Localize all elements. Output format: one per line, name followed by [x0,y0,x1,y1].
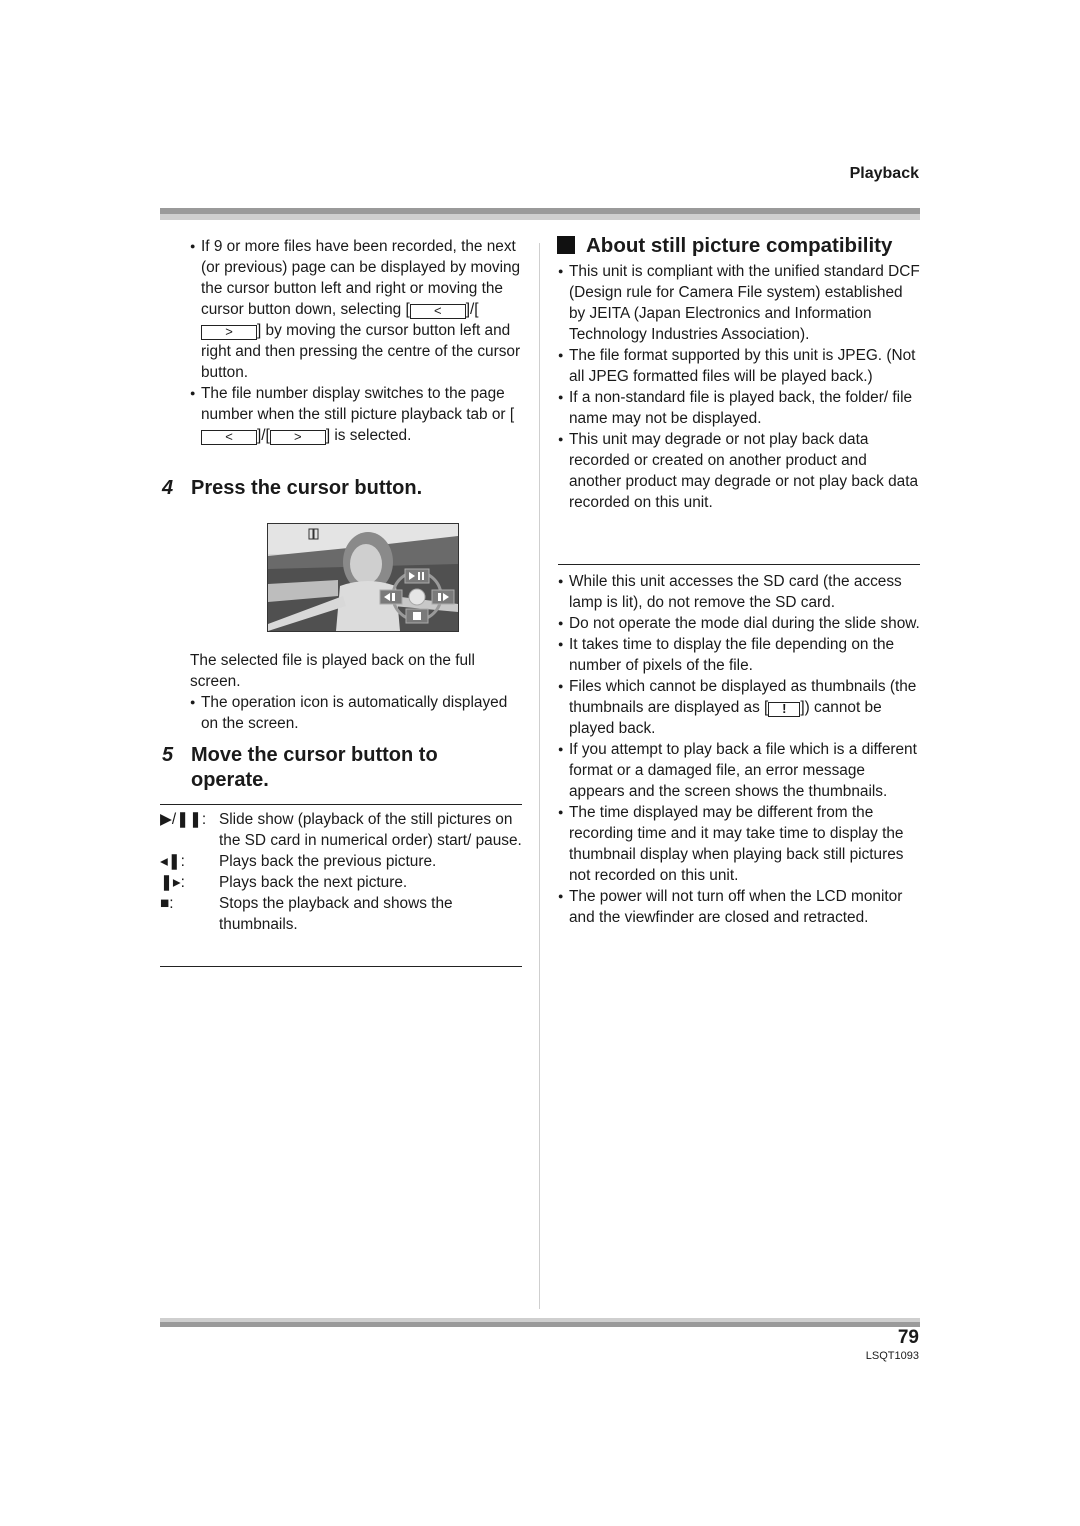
note-item: It takes time to display the file depend… [558,634,920,676]
ops-top-rule [160,804,522,805]
description-text: The selected file is played back on the … [190,652,475,690]
playback-screen-illustration [267,523,459,632]
stop-icon: ■: [160,895,174,912]
operation-row: ◂❚: Plays back the previous picture. [160,851,522,872]
operation-row: ■: Stops the playback and shows the thum… [160,893,522,935]
previous-control-icon [379,589,403,605]
note-text: ] is selected. [325,427,412,444]
step-5-heading: 5 Move the cursor button to operate. [162,743,522,793]
notes-divider [558,564,920,565]
unreadable-thumbnail-icon: ! [768,702,801,717]
operation-description: Plays back the next picture. [219,874,408,891]
operation-description: Slide show (playback of the still pictur… [219,811,522,849]
note-item: If 9 or more files have been recorded, t… [190,236,525,383]
note-item: Files which cannot be displayed as thumb… [558,676,920,739]
next-control-icon [431,589,455,605]
left-top-notes: If 9 or more files have been recorded, t… [190,236,525,446]
next-icon: ❚▸: [160,874,185,891]
note-item: If you attempt to play back a file which… [558,739,920,802]
separator: ]/[ [257,427,270,444]
note-item: Do not operate the mode dial during the … [558,613,920,634]
playback-screen-svg [268,524,458,631]
next-page-button-glyph: > [201,325,257,340]
document-code: LSQT1093 [865,1350,919,1362]
step-4-description: The selected file is played back on the … [190,650,525,734]
note-item: The power will not turn off when the LCD… [558,886,920,928]
bottom-divider-bar [160,1318,920,1327]
heading-square-icon [557,236,575,254]
note-item: While this unit accesses the SD card (th… [558,571,920,613]
note-item: The file format supported by this unit i… [558,345,920,387]
compatibility-notes: This unit is compliant with the unified … [558,261,920,513]
top-divider-bar [160,208,920,220]
separator: ]/[ [465,301,479,318]
center-select-icon [408,588,426,606]
prev-page-button-glyph: < [409,304,466,319]
operation-description: Stops the playback and shows the thumbna… [219,895,453,933]
column-divider [539,243,540,1309]
play-pause-control-icon [404,568,430,584]
ops-bottom-rule [160,966,522,967]
note-item: The time displayed may be different from… [558,802,920,886]
operation-description: Plays back the previous picture. [219,853,437,870]
step-4-heading: 4 Press the cursor button. [162,476,522,501]
operation-row: ❚▸: Plays back the next picture. [160,872,522,893]
stop-control-icon [405,608,429,624]
step-number: 5 [162,744,174,766]
note-item: This unit may degrade or not play back d… [558,429,920,513]
note-item: The operation icon is automatically disp… [190,692,525,734]
play-pause-icon: ▶/❚❚: [160,811,207,828]
step-title-cont: operate. [191,769,269,791]
section-label: Playback [849,165,919,182]
section-heading: About still picture compatibility [557,234,892,258]
note-text: The file number display switches to the … [201,385,515,423]
next-page-button-glyph: > [269,430,326,445]
general-notes: While this unit accesses the SD card (th… [558,571,920,928]
prev-page-button-glyph: < [201,430,257,445]
operations-table: ▶/❚❚: Slide show (playback of the still … [160,809,522,935]
previous-icon: ◂❚: [160,853,185,870]
step-number: 4 [162,477,174,499]
note-item: This unit is compliant with the unified … [558,261,920,345]
note-item: The file number display switches to the … [190,383,525,446]
heading-text: About still picture compatibility [586,234,893,257]
operation-row: ▶/❚❚: Slide show (playback of the still … [160,809,522,851]
page-number: 79 [897,1327,919,1348]
step-title: Move the cursor button to [191,744,438,766]
step-title: Press the cursor button. [191,477,423,499]
note-item: If a non-standard file is played back, t… [558,387,920,429]
